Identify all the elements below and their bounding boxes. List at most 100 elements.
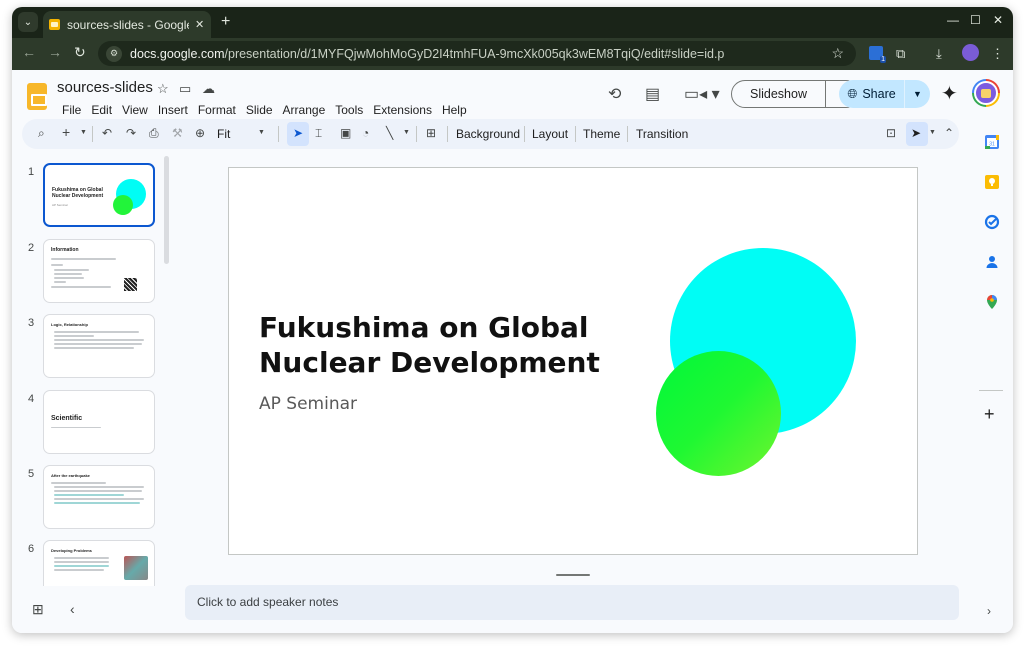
grid-view-icon[interactable]: ⊞ <box>32 601 44 618</box>
green-circle-shape[interactable] <box>656 351 781 476</box>
new-tab-button[interactable]: + <box>221 13 230 31</box>
collapse-filmstrip-icon[interactable]: ‹ <box>70 601 75 617</box>
undo-icon[interactable]: ↶ <box>102 126 112 140</box>
thumb-text-line <box>54 498 144 500</box>
line-icon[interactable]: ╲ <box>386 126 393 140</box>
filmstrip-scrollbar[interactable] <box>164 156 169 264</box>
download-icon[interactable]: ⤓ <box>936 46 942 62</box>
maps-icon[interactable] <box>984 294 1000 310</box>
speaker-notes[interactable]: Click to add speaker notes <box>185 585 959 620</box>
tab-close-icon[interactable]: ✕ <box>195 18 204 31</box>
insert-comment-icon[interactable]: ⊞ <box>426 126 436 140</box>
menu-extensions[interactable]: Extensions <box>368 99 437 121</box>
slide-thumbnail-3[interactable]: Logic, Relationship <box>43 314 155 378</box>
calendar-icon[interactable]: 31 <box>984 134 1000 150</box>
background-button[interactable]: Background <box>456 127 520 141</box>
gemini-icon[interactable]: ✦ <box>941 81 958 106</box>
line-dropdown-icon[interactable]: ▼ <box>403 129 410 136</box>
thumb-title: Developing Problems <box>51 548 92 553</box>
contacts-icon[interactable] <box>984 254 1000 270</box>
cloud-status-icon[interactable]: ☁ <box>202 81 215 97</box>
svg-text:31: 31 <box>989 142 995 148</box>
bookmark-star-icon[interactable]: ☆ <box>831 45 844 62</box>
print-icon[interactable]: ⎙ <box>149 126 159 141</box>
notes-resize-handle[interactable] <box>556 574 590 576</box>
menu-view[interactable]: View <box>117 99 153 121</box>
menu-edit[interactable]: Edit <box>86 99 117 121</box>
kebab-menu-icon[interactable]: ⋮ <box>991 46 1004 62</box>
site-info-icon[interactable]: ⚙ <box>106 45 122 62</box>
move-folder-icon[interactable]: ▭ <box>179 81 191 97</box>
account-avatar[interactable] <box>972 79 1000 107</box>
slideshow-label[interactable]: Slideshow <box>732 81 826 107</box>
close-icon[interactable]: ✕ <box>993 13 1003 27</box>
expand-side-panel-icon[interactable]: › <box>987 604 991 618</box>
document-title[interactable]: sources-slides <box>57 79 153 96</box>
zoom-select[interactable]: Fit <box>217 127 230 141</box>
forward-icon[interactable]: → <box>48 44 62 60</box>
thumb-text-line <box>54 335 94 337</box>
keep-icon[interactable] <box>984 174 1000 190</box>
slide-subtitle[interactable]: AP Seminar <box>259 394 357 414</box>
share-button[interactable]: 🌐︎ Share ▼ <box>839 80 930 108</box>
slide-thumbnail-1[interactable]: Fukushima on Global Nuclear Development … <box>43 163 155 227</box>
slide-number: 2 <box>28 242 35 254</box>
get-add-ons-icon[interactable]: + <box>984 404 995 425</box>
thumb-text-line <box>54 273 82 275</box>
extensions-icon[interactable]: ⧉ <box>896 46 905 62</box>
text-box-icon[interactable]: ⌶ <box>315 126 322 141</box>
slide-number: 4 <box>28 393 35 405</box>
menu-arrange[interactable]: Arrange <box>278 99 331 121</box>
transition-button[interactable]: Transition <box>636 127 688 141</box>
browser-tab[interactable]: sources-slides - Google S ✕ <box>43 11 211 38</box>
slide-canvas[interactable]: Fukushima on Global Nuclear Development … <box>228 167 918 555</box>
back-icon[interactable]: ← <box>22 44 36 60</box>
theme-button[interactable]: Theme <box>583 127 620 141</box>
paint-format-icon[interactable]: ⚒ <box>172 126 183 140</box>
comments-icon[interactable]: ▤ <box>645 84 660 104</box>
toolbar-divider <box>92 126 93 142</box>
zoom-icon[interactable]: ⊕ <box>195 126 205 140</box>
slide-number: 6 <box>28 543 35 555</box>
slide-title[interactable]: Fukushima on Global Nuclear Development <box>259 310 600 380</box>
pointer-dropdown-icon[interactable]: ▼ <box>929 129 936 136</box>
redo-icon[interactable]: ↷ <box>126 126 136 140</box>
menu-slide[interactable]: Slide <box>241 99 278 121</box>
tab-search-icon[interactable]: ⌄ <box>18 12 38 32</box>
tasks-icon[interactable] <box>984 214 1000 230</box>
share-label[interactable]: 🌐︎ Share <box>839 80 905 108</box>
version-history-icon[interactable]: ⟲ <box>608 84 621 104</box>
star-icon[interactable]: ☆ <box>157 81 169 97</box>
toolbar-divider <box>575 126 576 142</box>
insert-image-plus-icon[interactable]: ⊡ <box>886 126 896 140</box>
slide-thumbnail-5[interactable]: After the earthquake <box>43 465 155 529</box>
thumb-title: After the earthquake <box>51 473 90 478</box>
meet-icon[interactable]: ▭◂ ▾ <box>684 84 720 104</box>
slides-logo-icon[interactable] <box>27 83 47 110</box>
menu-insert[interactable]: Insert <box>153 99 193 121</box>
slide-thumbnail-6[interactable]: Developing Problems <box>43 540 155 586</box>
menu-format[interactable]: Format <box>193 99 241 121</box>
address-bar[interactable]: ⚙ docs.google.com/presentation/d/1MYFQjw… <box>98 41 856 66</box>
collapse-toolbar-icon[interactable]: ⌃ <box>944 126 954 140</box>
zoom-dropdown-icon[interactable]: ▼ <box>258 129 265 136</box>
reload-icon[interactable]: ↻ <box>74 44 86 61</box>
extension-icon[interactable]: 1 <box>869 46 886 63</box>
layout-button[interactable]: Layout <box>532 127 568 141</box>
menu-help[interactable]: Help <box>437 99 472 121</box>
new-slide-icon[interactable]: + <box>62 124 70 140</box>
slide-thumbnail-4[interactable]: Scientific <box>43 390 155 454</box>
slide-thumbnail-2[interactable]: Information <box>43 239 155 303</box>
search-menus-icon[interactable]: ⌕ <box>38 126 45 141</box>
maximize-icon[interactable]: ☐ <box>970 13 981 27</box>
menu-file[interactable]: File <box>57 99 86 121</box>
shape-icon[interactable]: ◔ <box>362 126 369 140</box>
menu-tools[interactable]: Tools <box>330 99 368 121</box>
minimize-icon[interactable]: — <box>947 13 959 27</box>
insert-image-icon[interactable]: ▣ <box>340 126 351 140</box>
laser-pointer-icon[interactable]: ➤ <box>911 126 921 140</box>
share-dropdown-icon[interactable]: ▼ <box>905 89 930 99</box>
profile-icon[interactable] <box>962 44 979 61</box>
new-slide-dropdown-icon[interactable]: ▼ <box>80 129 87 136</box>
select-cursor-icon[interactable]: ➤ <box>293 126 303 140</box>
